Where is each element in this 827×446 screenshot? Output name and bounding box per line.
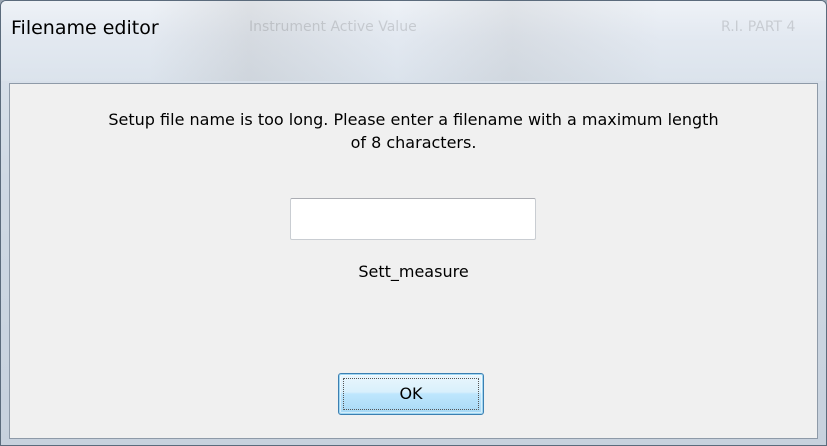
- error-message: Setup file name is too long. Please ente…: [10, 108, 817, 154]
- dialog-content: Setup file name is too long. Please ente…: [9, 83, 818, 439]
- error-message-line-2: of 8 characters.: [350, 133, 477, 152]
- filename-input[interactable]: [290, 198, 536, 240]
- current-filename-label: Sett_measure: [358, 262, 469, 281]
- ok-button[interactable]: OK: [338, 373, 484, 415]
- window-title: Filename editor: [11, 17, 159, 39]
- error-message-line-1: Setup file name is too long. Please ente…: [108, 110, 719, 129]
- background-ghost-text: Instrument Active Value: [249, 19, 417, 35]
- dialog-window: Instrument Active Value R.I. PART 4 File…: [0, 0, 827, 446]
- ok-button-label: OK: [399, 384, 423, 403]
- background-ghost-text-right: R.I. PART 4: [721, 19, 796, 35]
- title-bar[interactable]: Instrument Active Value R.I. PART 4 File…: [1, 1, 826, 81]
